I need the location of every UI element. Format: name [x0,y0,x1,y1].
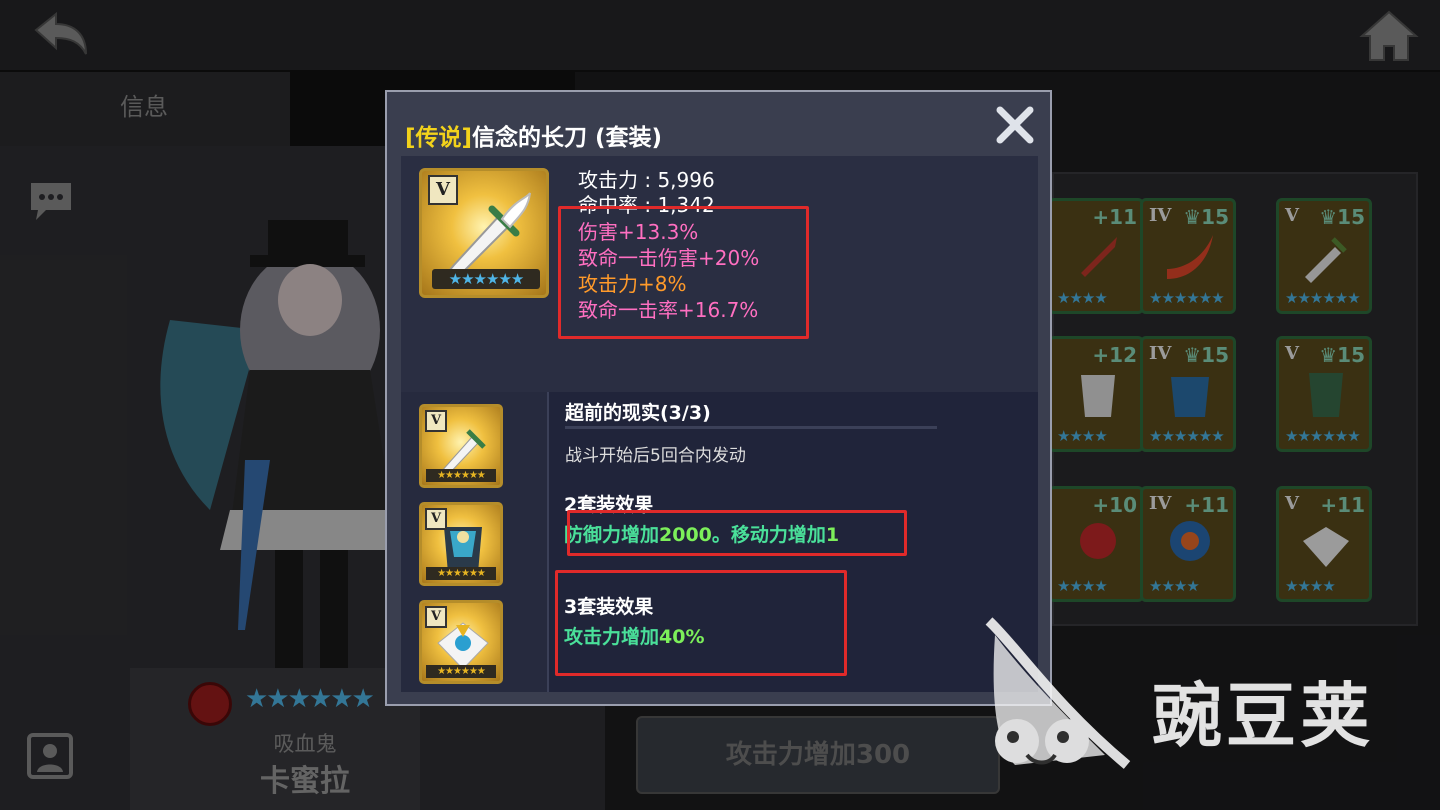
item-detail-dialog: [传说]信念的长刀 (套装) V ★★★★★★ 攻击力 : 5,996 命中率 … [385,90,1052,706]
highlight-box-set3 [555,570,847,676]
set-piece-sword: V ★★★★★★ [419,404,503,488]
grade-badge: V [428,175,458,205]
item-card: V ★★★★★★ [419,168,549,298]
set-piece-armor: V ★★★★★★ [419,502,503,586]
close-x-icon[interactable] [992,102,1038,148]
divider [565,426,937,429]
item-stars: ★★★★★★ [432,269,540,289]
item-name: 信念的长刀 (套装) [472,125,663,151]
rarity-tag: [传说] [405,125,473,151]
dialog-title: [传说]信念的长刀 (套装) [405,118,662,152]
set-piece-emblem: V ★★★★★★ [419,600,503,684]
set-condition: 战斗开始后5回合内发动 [565,446,746,466]
highlight-box-substats [558,206,809,339]
watermark-text: 豌豆荚 [1152,675,1374,757]
set-name: 超前的现实(3/3) [565,402,711,424]
highlight-box-set2 [567,510,907,556]
watermark-logo-icon [985,617,1131,769]
set-pieces-column: V ★★★★★★ V ★★★★★★ V ★★★★★★ [401,392,549,692]
